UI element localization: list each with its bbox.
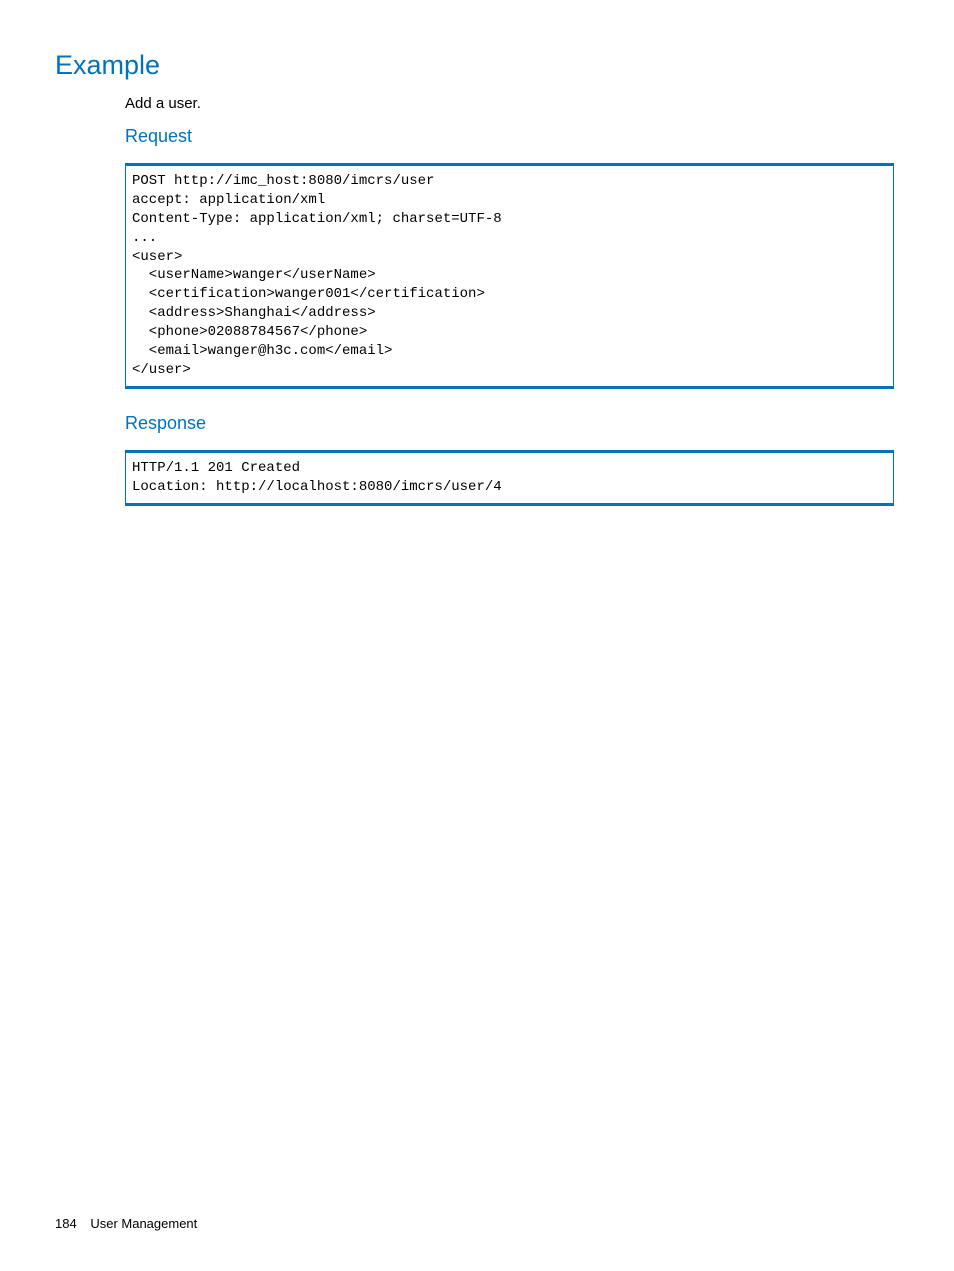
footer-section: User Management [90,1216,197,1231]
page-number: 184 [55,1216,77,1231]
intro-text: Add a user. [125,95,894,112]
heading-example: Example [55,50,894,81]
page-footer: 184 User Management [55,1216,197,1231]
heading-response: Response [125,413,894,434]
heading-request: Request [125,126,894,147]
response-code-block: HTTP/1.1 201 Created Location: http://lo… [125,450,894,506]
request-code-block: POST http://imc_host:8080/imcrs/user acc… [125,163,894,389]
